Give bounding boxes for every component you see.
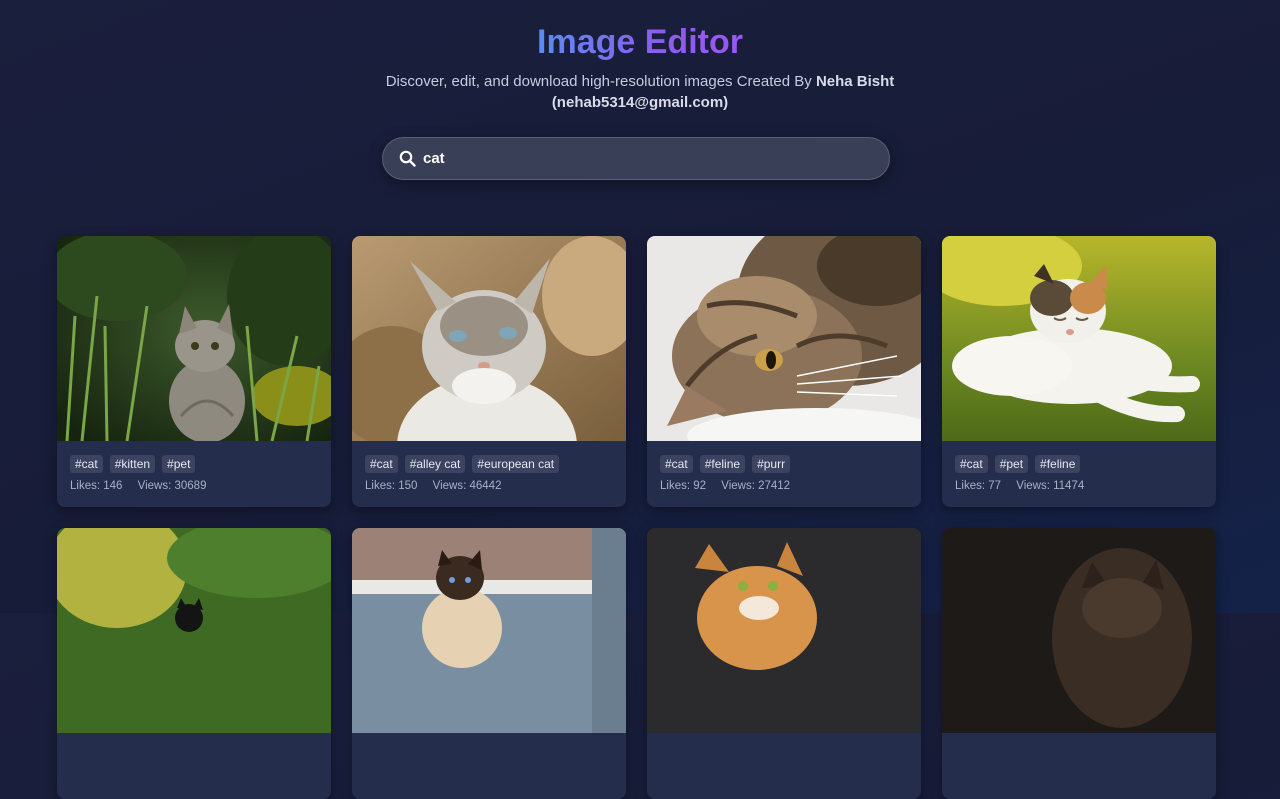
image-card[interactable] <box>352 528 626 799</box>
search-icon <box>399 150 416 167</box>
tag-list: #cat #feline #purr <box>660 455 908 473</box>
tag[interactable]: #pet <box>994 455 1029 473</box>
page-header: Image Editor Discover, edit, and downloa… <box>0 0 1280 113</box>
subtitle-text: Discover, edit, and download high-resolu… <box>385 73 812 90</box>
image-card[interactable]: #cat #feline #purr Likes: 92 Views: 2741… <box>647 236 921 507</box>
image-card[interactable]: #cat #kitten #pet Likes: 146 Views: 3068… <box>57 236 331 507</box>
tag[interactable]: #purr <box>752 455 791 473</box>
author-email: (nehab5314@gmail.com) <box>551 94 729 111</box>
card-stats: Likes: 77 Views: 11474 <box>955 480 1203 492</box>
cat-photo[interactable] <box>57 528 331 733</box>
likes-count: Likes: 146 <box>70 480 123 492</box>
tag[interactable]: #cat <box>70 455 103 473</box>
tag[interactable]: #alley cat <box>404 455 466 473</box>
tag[interactable]: #kitten <box>109 455 156 473</box>
card-stats: Likes: 146 Views: 30689 <box>70 480 318 492</box>
cat-photo[interactable] <box>647 528 921 733</box>
card-stats: Likes: 92 Views: 27412 <box>660 480 908 492</box>
cat-photo[interactable] <box>647 236 921 441</box>
tag-list: #cat #pet #feline <box>955 455 1203 473</box>
tag[interactable]: #feline <box>699 455 746 473</box>
likes-count: Likes: 150 <box>365 480 418 492</box>
tag[interactable]: #cat <box>365 455 398 473</box>
tag[interactable]: #pet <box>162 455 196 473</box>
image-card[interactable] <box>647 528 921 799</box>
cat-photo[interactable] <box>352 528 626 733</box>
tag[interactable]: #cat <box>955 455 988 473</box>
cat-photo[interactable] <box>942 236 1216 441</box>
image-card[interactable]: #cat #alley cat #european cat Likes: 150… <box>352 236 626 507</box>
tag-list: #cat #alley cat #european cat <box>365 455 613 473</box>
image-card[interactable]: #cat #pet #feline Likes: 77 Views: 11474 <box>942 236 1216 507</box>
image-grid: #cat #kitten #pet Likes: 146 Views: 3068… <box>57 236 1218 799</box>
card-info: #cat #kitten #pet Likes: 146 Views: 3068… <box>57 441 331 492</box>
page-title: Image Editor <box>537 23 743 61</box>
image-card[interactable] <box>942 528 1216 799</box>
image-card[interactable] <box>57 528 331 799</box>
views-count: Views: 46442 <box>432 480 502 492</box>
card-info: #cat #feline #purr Likes: 92 Views: 2741… <box>647 441 921 492</box>
cat-photo[interactable] <box>942 528 1216 733</box>
tag[interactable]: #european cat <box>472 455 560 473</box>
likes-count: Likes: 92 <box>660 480 707 492</box>
search-bar[interactable] <box>382 137 890 180</box>
card-info: #cat #alley cat #european cat Likes: 150… <box>352 441 626 492</box>
tag[interactable]: #cat <box>660 455 693 473</box>
tag[interactable]: #feline <box>1035 455 1081 473</box>
tag-list: #cat #kitten #pet <box>70 455 318 473</box>
card-stats: Likes: 150 Views: 46442 <box>365 480 613 492</box>
likes-count: Likes: 77 <box>955 480 1002 492</box>
cat-photo[interactable] <box>57 236 331 441</box>
author-name: Neha Bisht <box>815 73 895 90</box>
card-info: #cat #pet #feline Likes: 77 Views: 11474 <box>942 441 1216 492</box>
views-count: Views: 27412 <box>721 480 791 492</box>
page-subtitle: Discover, edit, and download high-resolu… <box>360 71 920 113</box>
views-count: Views: 11474 <box>1016 480 1085 492</box>
search-input[interactable] <box>423 150 843 167</box>
views-count: Views: 30689 <box>137 480 207 492</box>
cat-photo[interactable] <box>352 236 626 441</box>
